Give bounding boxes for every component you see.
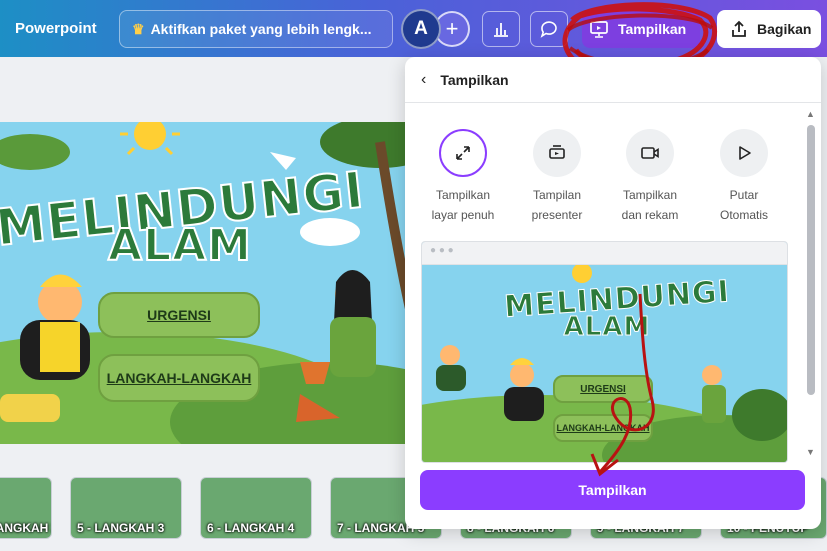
thumbnail-label: 6 - LANGKAH 4: [207, 521, 295, 535]
expand-icon: [439, 129, 487, 177]
option-record[interactable]: Tampilkan dan rekam: [607, 129, 693, 225]
present-label: Tampilkan: [618, 21, 687, 37]
upgrade-button[interactable]: ♛ Aktifkan paket yang lebih lengk...: [119, 10, 393, 48]
option-label: Tampilkan dan rekam: [621, 188, 679, 222]
panel-scrollbar[interactable]: ▲ ▼: [805, 109, 817, 459]
preview-title-line2: ALAM: [563, 312, 651, 343]
crown-icon: ♛: [132, 20, 145, 37]
bar-chart-icon: [494, 23, 508, 37]
plus-icon: +: [445, 16, 459, 41]
present-panel: ‹ Tampilkan Tampilkan layar penuh Tampila…: [405, 57, 821, 529]
slide-preview: ● ● ● MELINDUNGI ALAM URGENSI LANGKAH-LA…: [421, 241, 788, 463]
record-icon: [626, 129, 674, 177]
scroll-thumb[interactable]: [807, 125, 815, 395]
option-presenter[interactable]: Tampilan presenter: [514, 129, 600, 225]
slide-title-line2: ALAM: [107, 219, 252, 272]
thumbnail-slide-5[interactable]: 5 - LANGKAH 3: [70, 477, 182, 539]
comment-button[interactable]: [530, 11, 568, 47]
langkah-button[interactable]: LANGKAH-LANGKAH: [98, 354, 260, 402]
share-button[interactable]: Bagikan: [717, 10, 821, 48]
play-icon: [720, 129, 768, 177]
chevron-left-icon[interactable]: ‹: [421, 71, 426, 89]
thumbnail-label: 5 - LANGKAH 3: [77, 521, 165, 535]
upgrade-label: Aktifkan paket yang lebih lengk...: [150, 21, 372, 37]
slide-canvas[interactable]: MELINDUNGI ALAM URGENSI LANGKAH-LANGKAH: [0, 122, 420, 444]
avatar[interactable]: A: [401, 9, 441, 49]
preview-urgensi-button: URGENSI: [553, 375, 653, 403]
option-autoplay[interactable]: Putar Otomatis: [701, 129, 787, 225]
present-icon: [590, 21, 608, 38]
comment-icon: [540, 21, 557, 38]
thumbnail-label: 4 - LANGKAH 2: [0, 521, 51, 535]
present-confirm-button[interactable]: Tampilkan: [420, 470, 805, 510]
scroll-down-icon[interactable]: ▼: [806, 447, 815, 457]
option-label: Tampilkan layar penuh: [431, 188, 495, 222]
panel-header: ‹ Tampilkan: [405, 57, 821, 103]
option-label: Putar Otomatis: [719, 188, 768, 222]
urgensi-button[interactable]: URGENSI: [98, 292, 260, 338]
share-label: Bagikan: [757, 21, 812, 37]
top-bar: Powerpoint ♛ Aktifkan paket yang lebih l…: [0, 0, 827, 75]
thumbnail-slide-4[interactable]: 4 - LANGKAH 2: [0, 477, 52, 539]
option-label: Tampilan presenter: [531, 188, 583, 222]
preview-langkah-button: LANGKAH-LANGKAH: [553, 414, 653, 442]
scroll-up-icon[interactable]: ▲: [806, 109, 815, 119]
thumbnail-slide-6[interactable]: 6 - LANGKAH 4: [200, 477, 312, 539]
present-button[interactable]: Tampilkan: [582, 10, 700, 48]
option-fullscreen[interactable]: Tampilkan layar penuh: [420, 129, 506, 225]
upload-icon: [732, 20, 746, 37]
app-title[interactable]: Powerpoint: [15, 20, 97, 37]
presenter-icon: [533, 129, 581, 177]
panel-title: Tampilkan: [440, 71, 509, 88]
insights-button[interactable]: [482, 11, 520, 47]
preview-dots: ● ● ●: [422, 242, 787, 265]
